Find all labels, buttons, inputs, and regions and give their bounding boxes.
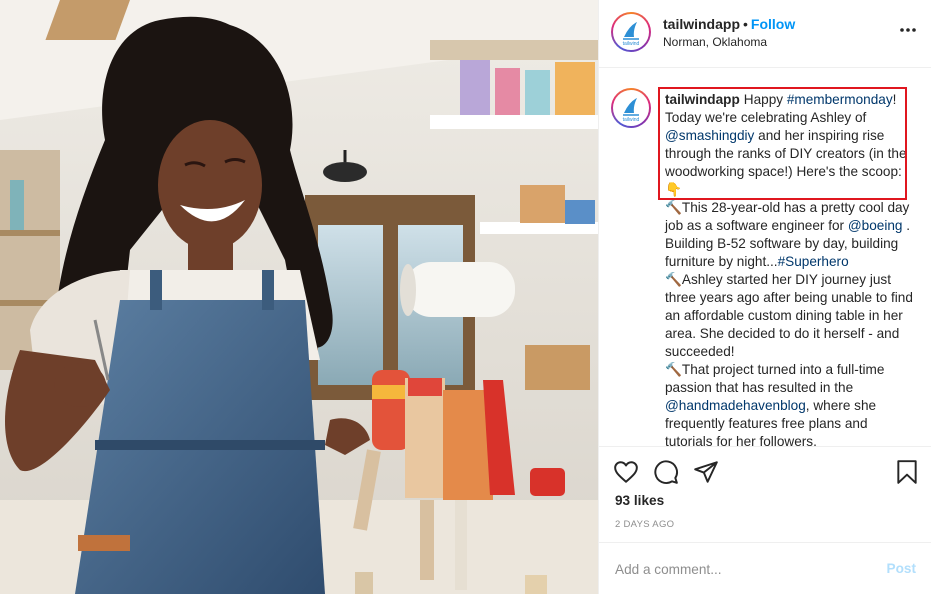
mention-link[interactable]: @handmadehavenblog (665, 398, 806, 413)
header-name-line: tailwindapp • Follow (663, 16, 795, 32)
add-comment-bar: Post (599, 542, 931, 594)
caption-text: 🔨Ashley started her DIY journey just thr… (665, 272, 913, 359)
post-comment-button[interactable]: Post (887, 561, 916, 576)
avatar[interactable]: tailwind (611, 12, 651, 52)
bookmark-icon (897, 460, 917, 484)
follow-button[interactable]: Follow (751, 16, 795, 32)
photo-illustration (0, 0, 598, 594)
tailwind-logo-icon: tailwind (623, 22, 640, 47)
hashtag-link[interactable]: #Superhero (778, 254, 849, 269)
mention-link[interactable]: @boeing (848, 218, 903, 233)
likes-count[interactable]: 93 likes (615, 493, 664, 508)
more-horizontal-icon (900, 28, 916, 32)
svg-text:tailwind: tailwind (623, 117, 640, 123)
post-side-panel: tailwind tailwindapp • Follow Norman, Okla… (598, 0, 931, 594)
send-icon (694, 461, 718, 483)
comment-icon (654, 460, 678, 484)
post-location[interactable]: Norman, Oklahoma (663, 35, 767, 49)
caption-text: 🔨That project turned into a full-time pa… (665, 362, 885, 395)
header-separator: • (743, 16, 748, 32)
svg-text:tailwind: tailwind (623, 41, 640, 47)
header-username[interactable]: tailwindapp (663, 16, 740, 32)
comments-section[interactable]: tailwind tailwindapp Happy #membermonday!… (599, 68, 931, 446)
save-button[interactable] (895, 459, 921, 485)
more-options-icon[interactable] (899, 18, 917, 44)
comment-button[interactable] (653, 459, 679, 485)
heart-icon (614, 461, 638, 483)
post-actions: 93 likes 2 DAYS AGO (599, 446, 931, 556)
comment-input[interactable] (615, 559, 875, 579)
like-button[interactable] (613, 459, 639, 485)
caption-username[interactable]: tailwindapp (665, 92, 740, 107)
post-photo[interactable] (0, 0, 598, 594)
caption-avatar[interactable]: tailwind (611, 88, 651, 128)
post-caption: tailwindapp Happy #membermonday! Today we… (665, 91, 915, 446)
hashtag-link[interactable]: #membermonday (787, 92, 893, 107)
post-timestamp[interactable]: 2 DAYS AGO (615, 519, 674, 530)
caption-text: Happy (743, 92, 787, 107)
mention-link[interactable]: @smashingdiy (665, 128, 754, 143)
share-button[interactable] (693, 459, 719, 485)
post-header: tailwind tailwindapp • Follow Norman, Okla… (599, 0, 931, 68)
tailwind-logo-icon: tailwind (623, 98, 640, 123)
